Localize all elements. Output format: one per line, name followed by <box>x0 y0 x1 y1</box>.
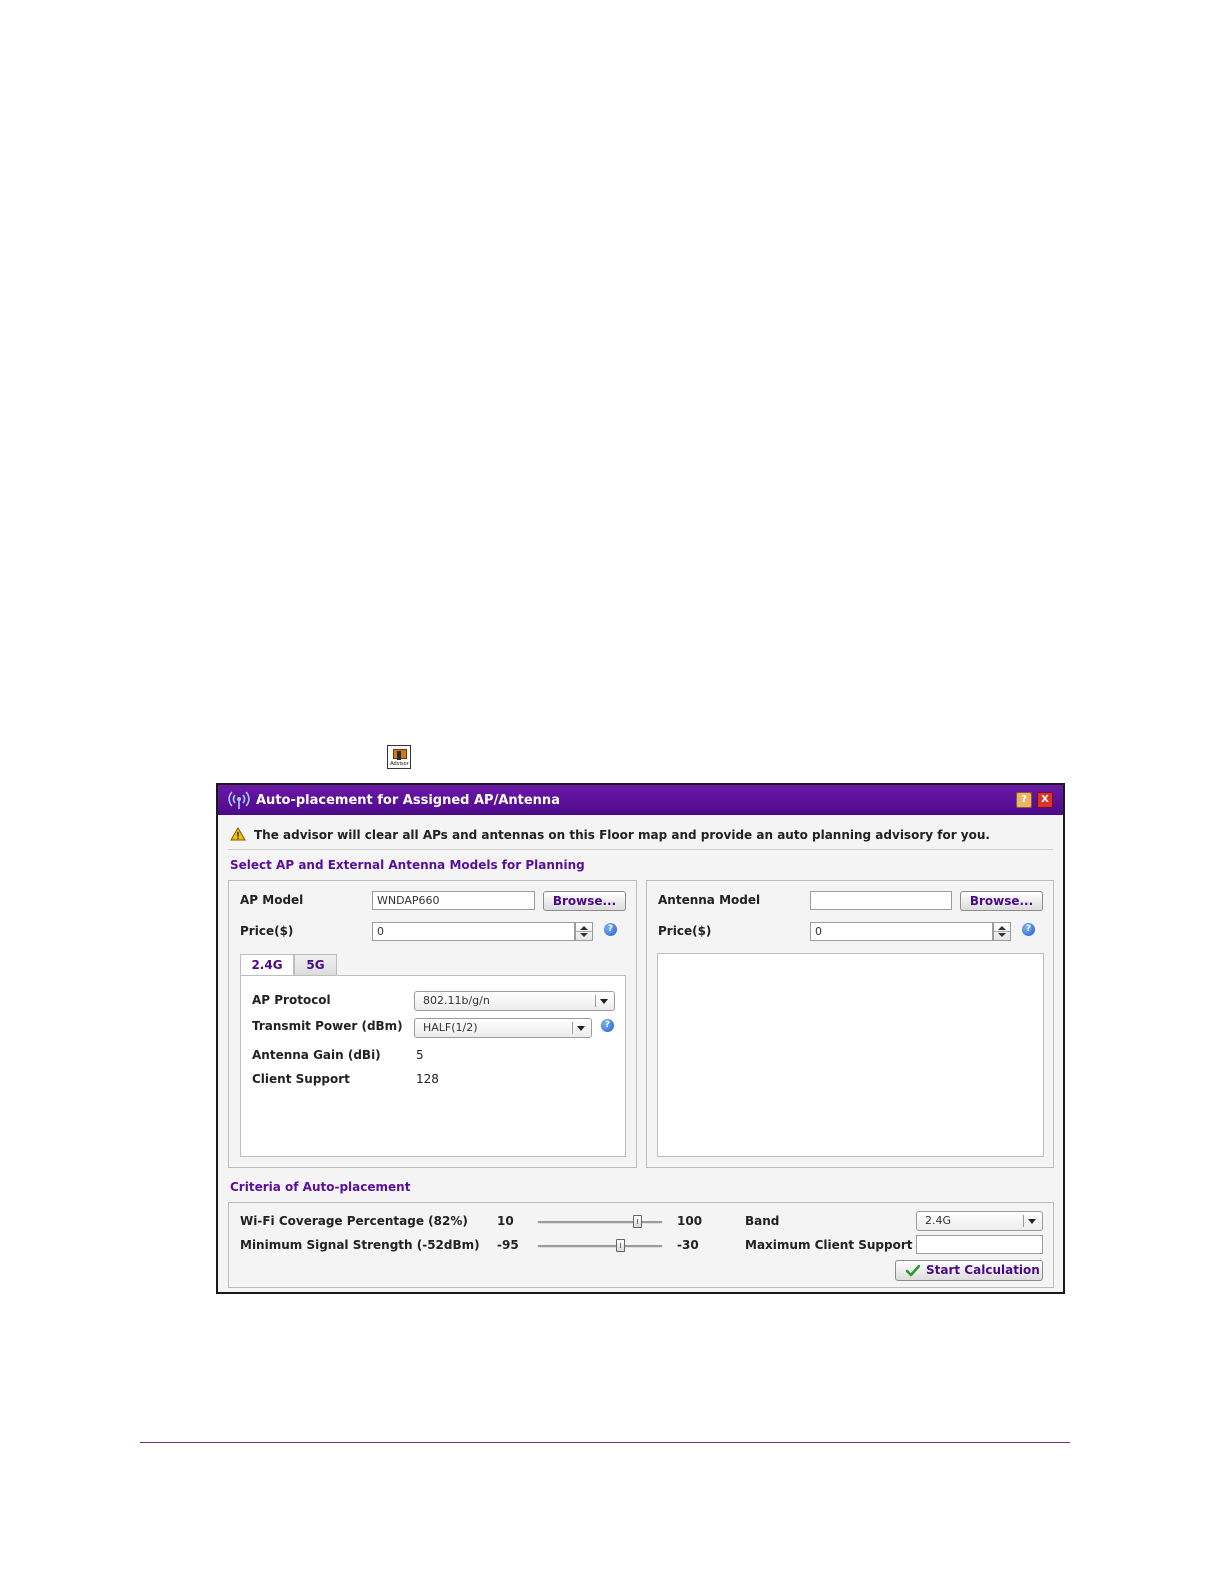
coverage-max-label: 100 <box>677 1214 703 1228</box>
antenna-price-spinner[interactable] <box>993 922 1011 941</box>
ap-model-label: AP Model <box>240 893 304 907</box>
band-select[interactable]: 2.4G <box>916 1211 1043 1231</box>
signal-label: Minimum Signal Strength (-52dBm) <box>240 1238 480 1252</box>
checkmark-icon <box>906 1265 920 1277</box>
signal-slider-track[interactable] <box>538 1245 662 1248</box>
advisor-icon[interactable]: Advisor <box>387 745 411 769</box>
max-client-label: Maximum Client Support <box>745 1238 913 1252</box>
client-support-label: Client Support <box>252 1072 350 1086</box>
tab-2-4g[interactable]: 2.4G <box>240 954 294 976</box>
start-calculation-label: Start Calculation <box>926 1263 1040 1277</box>
warning-icon <box>230 827 246 841</box>
advisor-person-graphic <box>397 751 401 760</box>
antenna-gain-value: 5 <box>416 1048 424 1062</box>
ap-protocol-select[interactable]: 802.11b/g/n <box>414 991 615 1011</box>
tab-5g[interactable]: 5G <box>294 954 337 976</box>
max-client-input[interactable] <box>916 1235 1043 1254</box>
antenna-price-help-icon[interactable]: ? <box>1022 923 1035 936</box>
spin-up-icon[interactable] <box>580 926 588 930</box>
coverage-min-label: 10 <box>497 1214 514 1228</box>
transmit-power-select[interactable]: HALF(1/2) <box>414 1018 592 1038</box>
ap-price-input[interactable] <box>372 922 575 941</box>
criteria-section-title: Criteria of Auto-placement <box>230 1180 411 1194</box>
antenna-model-panel: Antenna Model Browse... Price($) ? <box>646 880 1054 1168</box>
ap-protocol-label: AP Protocol <box>252 993 331 1007</box>
dialog-titlebar[interactable]: Auto-placement for Assigned AP/Antenna ?… <box>218 785 1063 815</box>
ap-price-spinner[interactable] <box>575 922 593 941</box>
ap-browse-button[interactable]: Browse... <box>543 891 626 911</box>
antenna-price-label: Price($) <box>658 924 712 938</box>
antenna-details-area <box>657 953 1044 1157</box>
warning-text: The advisor will clear all APs and anten… <box>254 828 990 842</box>
antenna-price-input[interactable] <box>810 922 993 941</box>
spin-down-icon[interactable] <box>580 933 588 937</box>
antenna-browse-button[interactable]: Browse... <box>960 891 1043 911</box>
transmit-power-label: Transmit Power (dBm) <box>252 1019 403 1033</box>
warning-row: The advisor will clear all APs and anten… <box>228 825 1053 850</box>
client-support-value: 128 <box>416 1072 439 1086</box>
auto-placement-dialog: Auto-placement for Assigned AP/Antenna ?… <box>216 783 1065 1294</box>
chevron-down-icon <box>577 1026 585 1031</box>
ap-model-input[interactable] <box>372 891 535 910</box>
ap-price-label: Price($) <box>240 924 294 938</box>
chevron-down-icon <box>1028 1219 1036 1224</box>
antenna-model-label: Antenna Model <box>658 893 761 907</box>
spinner-divider <box>994 931 1010 932</box>
select-separator <box>572 1022 573 1034</box>
coverage-slider-track[interactable] <box>538 1221 662 1224</box>
help-button[interactable]: ? <box>1016 792 1032 808</box>
coverage-label: Wi-Fi Coverage Percentage (82%) <box>240 1214 468 1228</box>
signal-slider-thumb[interactable] <box>615 1239 625 1252</box>
band-value: 2.4G <box>925 1214 952 1227</box>
band-label: Band <box>745 1214 780 1228</box>
coverage-slider-thumb[interactable] <box>632 1215 642 1228</box>
criteria-panel: Wi-Fi Coverage Percentage (82%) 10 100 M… <box>228 1202 1054 1288</box>
advisor-icon-caption: Advisor <box>390 761 409 767</box>
antenna-gain-label: Antenna Gain (dBi) <box>252 1048 381 1062</box>
spin-down-icon[interactable] <box>998 933 1006 937</box>
antenna-model-input[interactable] <box>810 891 952 910</box>
transmit-power-value: HALF(1/2) <box>423 1021 478 1034</box>
ap-price-help-icon[interactable]: ? <box>604 923 617 936</box>
select-separator <box>1023 1215 1024 1227</box>
start-calculation-button[interactable]: Start Calculation <box>895 1260 1043 1281</box>
page-footer-rule <box>140 1442 1070 1443</box>
dialog-title: Auto-placement for Assigned AP/Antenna <box>256 793 560 808</box>
select-separator <box>595 995 596 1007</box>
ap-model-panel: AP Model Browse... Price($) ? 2.4G 5G AP… <box>228 880 637 1168</box>
spinner-divider <box>576 931 592 932</box>
close-button[interactable]: X <box>1037 792 1053 808</box>
chevron-down-icon <box>600 999 608 1004</box>
models-section-title: Select AP and External Antenna Models fo… <box>230 858 585 872</box>
spin-up-icon[interactable] <box>998 926 1006 930</box>
transmit-power-help-icon[interactable]: ? <box>601 1019 614 1032</box>
ap-protocol-value: 802.11b/g/n <box>423 994 490 1007</box>
wireless-antenna-icon <box>228 791 250 809</box>
tab-2-4g-content: AP Protocol 802.11b/g/n Transmit Power (… <box>240 975 626 1157</box>
signal-max-label: -30 <box>677 1238 699 1252</box>
signal-min-label: -95 <box>497 1238 519 1252</box>
